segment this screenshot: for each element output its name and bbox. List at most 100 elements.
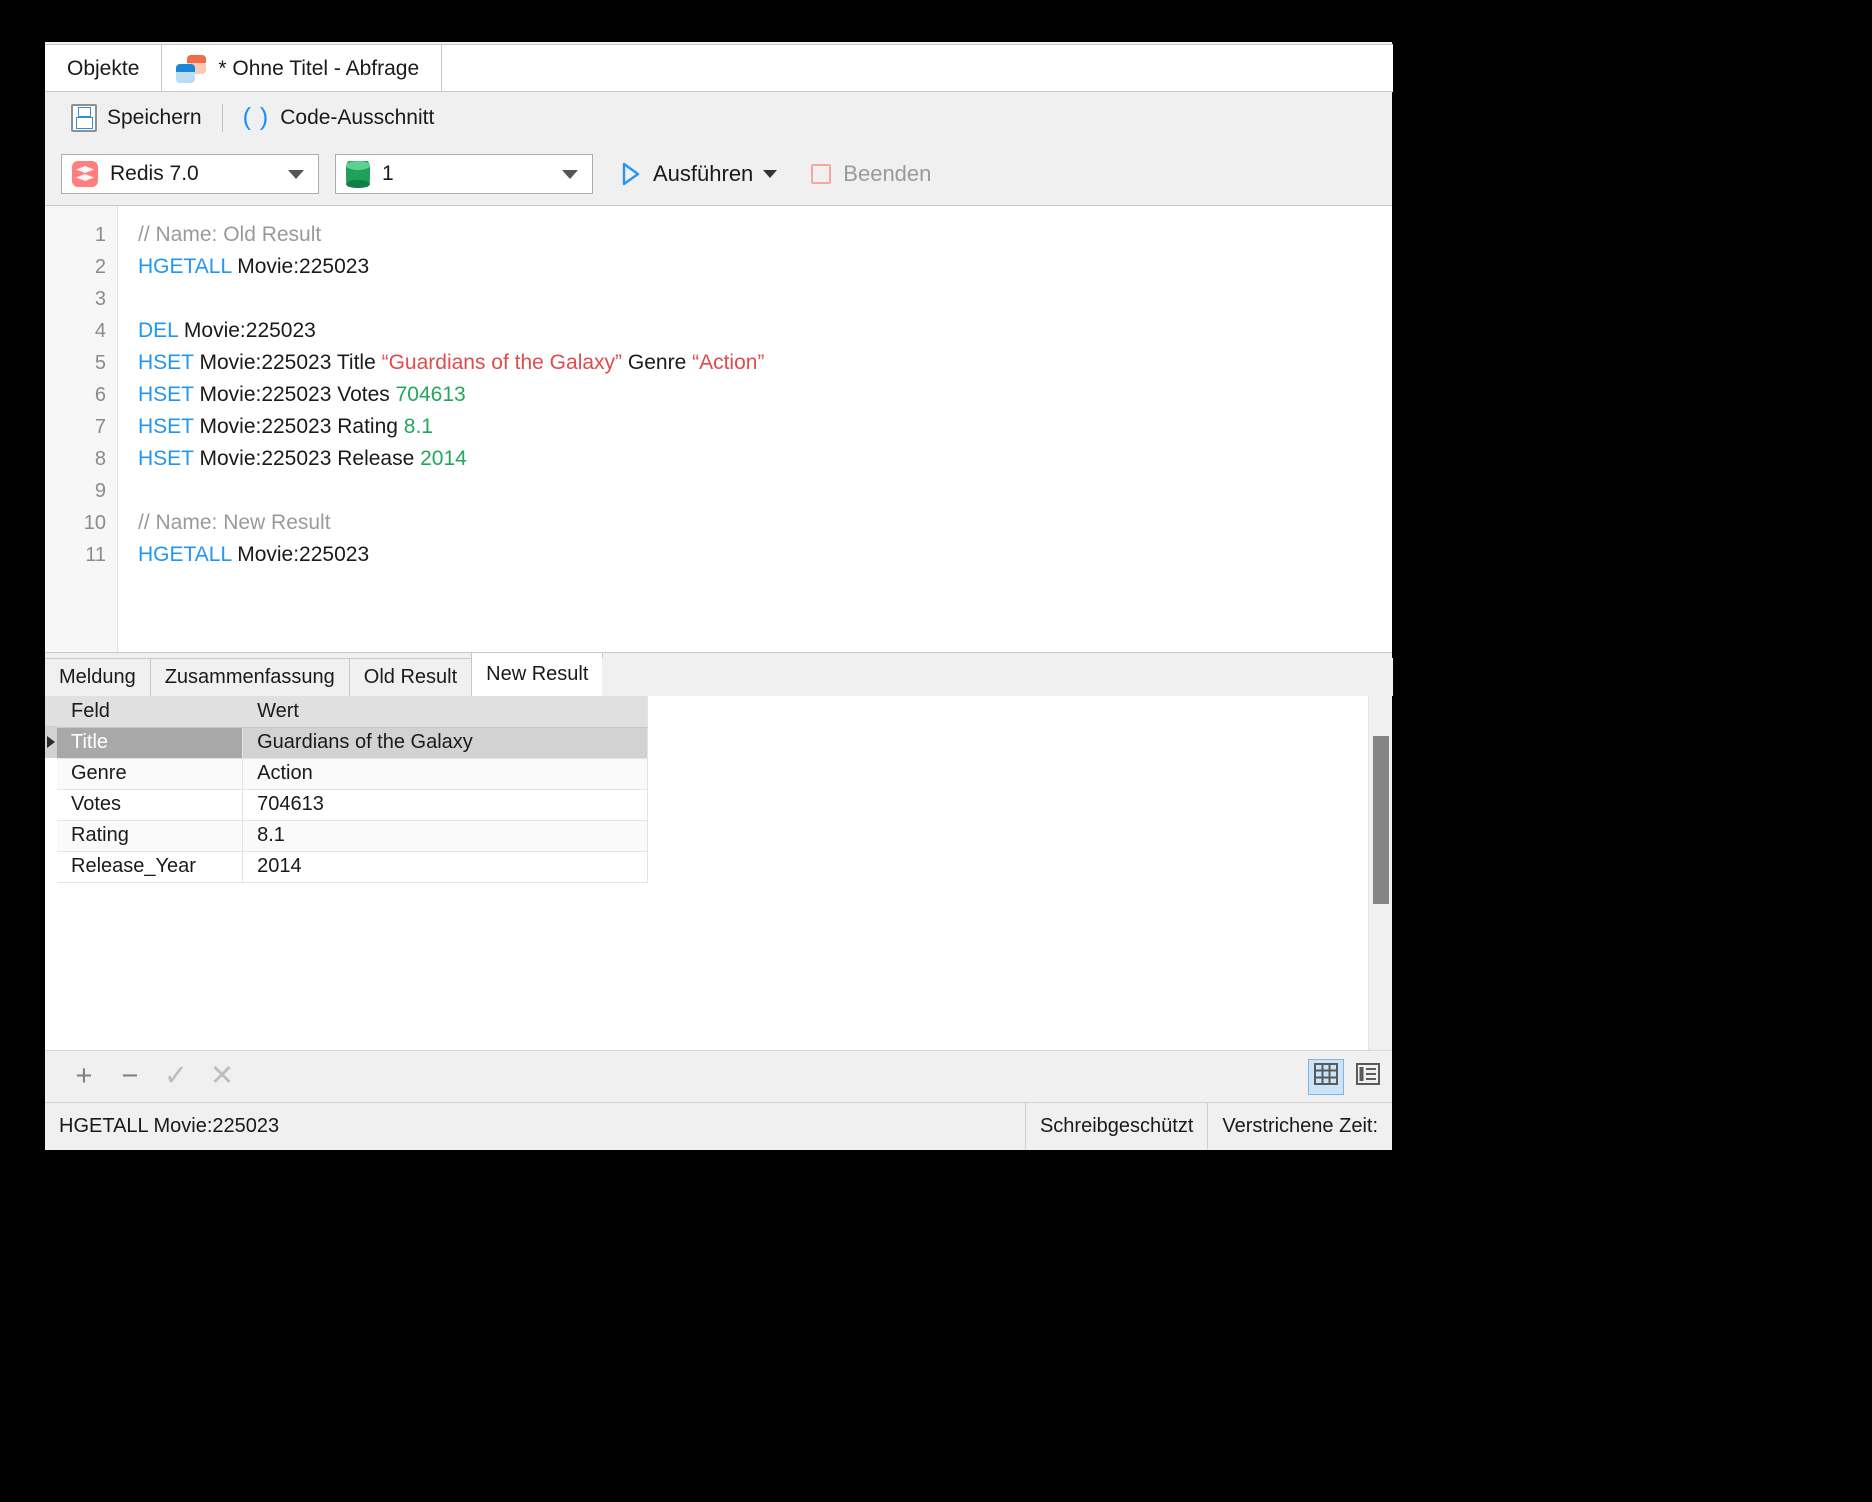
code-token: Movie:225023 Title [193,351,382,374]
table-row[interactable]: Rating 8.1 [57,820,648,852]
tab-query-label: * Ohne Titel - Abfrage [218,56,420,80]
status-query: HGETALL Movie:225023 [59,1115,280,1137]
table-row[interactable]: Title Guardians of the Galaxy [57,727,648,759]
cell-field[interactable]: Votes [57,789,244,821]
line-number: 9 [94,480,106,502]
table-row[interactable]: Votes 704613 [57,789,648,821]
tab-objekte-label: Objekte [67,56,140,80]
code-token: Movie:225023 Votes [193,383,396,406]
plus-icon[interactable]: + [61,1062,107,1091]
result-tab-filler [602,658,1393,696]
database-select[interactable]: 1 [335,154,593,194]
result-tab-meldung[interactable]: Meldung [45,658,151,696]
code-token: “Guardians of the Galaxy” [381,351,623,374]
code-line[interactable]: HSET Movie:225023 Rating 8.1 [138,411,1392,443]
editor-toolbar: Speichern ( ) Code-Ausschnitt [45,91,1392,143]
save-button[interactable]: Speichern [61,98,212,138]
code-line[interactable] [138,475,1392,507]
result-grid-scrollbar[interactable] [1368,696,1392,1050]
row-marker[interactable] [45,758,57,789]
grid-view-toggle[interactable] [1308,1058,1344,1095]
result-tab-label: Meldung [59,666,136,688]
tab-objekte[interactable]: Objekte [45,44,163,92]
code-line[interactable]: HGETALL Movie:225023 [138,539,1392,571]
code-line[interactable]: // Name: Old Result [138,219,1392,251]
table-row[interactable]: Genre Action [57,758,648,790]
column-header-value[interactable]: Wert [242,696,648,728]
code-area[interactable]: // Name: Old Result HGETALL Movie:225023 … [118,206,1392,652]
save-button-label: Speichern [107,105,202,129]
code-token: 8.1 [403,415,433,438]
code-line[interactable]: HSET Movie:225023 Release 2014 [138,443,1392,475]
chevron-down-icon[interactable] [763,170,778,178]
status-elapsed: Verstrichene Zeit: [1222,1115,1378,1137]
sql-editor[interactable]: 1 2 3 4 5 6 7 8 9 10 11 // Name: Old Result HGETALL… [45,205,1392,652]
result-grid[interactable]: Feld Wert Title Guardians of the Galaxy Ge… [57,696,648,883]
result-tab-old-result[interactable]: Old Result [348,658,473,696]
cell-field[interactable]: Title [57,727,244,759]
code-line[interactable]: HSET Movie:225023 Title “Guardians of th… [138,347,1392,379]
connection-select[interactable]: Redis 7.0 [61,154,319,194]
chevron-down-icon [562,169,578,179]
run-toolbar: Redis 7.0 1 Ausführen Beenden [45,143,1392,205]
window-tab-bar: Objekte * Ohne Titel - Abfrage [45,42,1393,92]
result-panel: Feld Wert Title Guardians of the Galaxy Ge… [45,696,1392,1050]
cell-value[interactable]: 8.1 [242,820,648,852]
cell-field[interactable]: Rating [57,820,244,852]
line-number: 7 [94,416,106,438]
code-token: // Name: New Result [138,511,331,534]
tab-query[interactable]: * Ohne Titel - Abfrage [161,44,443,92]
result-tab-zusammenfassung[interactable]: Zusammenfassung [149,658,350,696]
line-number: 1 [94,224,106,246]
row-marker-current[interactable] [45,727,57,758]
code-snippet-label: Code-Ausschnitt [280,105,435,129]
play-triangle-icon [621,162,641,186]
code-token: 2014 [420,447,467,470]
status-readonly: Schreibgeschützt [1039,1115,1194,1137]
code-line[interactable]: HGETALL Movie:225023 [138,251,1392,283]
code-line[interactable]: // Name: New Result [138,507,1392,539]
scrollbar-thumb[interactable] [1373,736,1389,904]
code-token: Movie:225023 Rating [193,415,404,438]
cell-value[interactable]: 704613 [242,789,648,821]
code-line[interactable]: DEL Movie:225023 [138,315,1392,347]
cell-value[interactable]: Action [242,758,648,790]
form-view-toggle[interactable] [1350,1059,1386,1095]
code-line[interactable] [138,283,1392,315]
query-tab-icon [176,54,207,83]
result-tab-new-result[interactable]: New Result [471,652,604,696]
line-number: 3 [94,288,106,310]
run-button-label: Ausführen [653,161,754,186]
cell-field[interactable]: Release_Year [57,851,244,883]
run-button[interactable]: Ausführen [613,154,785,194]
cell-field[interactable]: Genre [57,758,244,790]
code-token: HSET [138,383,194,406]
stop-square-icon [811,164,832,184]
row-marker[interactable] [45,851,57,882]
row-marker[interactable] [45,789,57,820]
code-snippet-button[interactable]: ( ) Code-Ausschnitt [233,98,445,138]
line-number: 6 [94,384,106,406]
code-token: Genre [622,351,693,374]
line-number: 8 [94,448,106,470]
code-token: Movie:225023 [178,319,316,342]
row-marker-header [45,696,57,727]
row-marker[interactable] [45,820,57,851]
column-header-field[interactable]: Feld [57,696,244,728]
cell-value[interactable]: 2014 [242,851,648,883]
line-number: 4 [94,320,106,342]
code-line[interactable]: HSET Movie:225023 Votes 704613 [138,379,1392,411]
code-token: HGETALL [138,255,232,278]
table-row[interactable]: Release_Year 2014 [57,851,648,883]
code-token: HSET [138,415,194,438]
code-token: 704613 [395,383,466,406]
database-select-value: 1 [382,162,394,185]
minus-icon[interactable]: − [107,1062,153,1091]
line-number: 11 [85,544,106,566]
form-view-icon [1356,1063,1380,1090]
stop-button-label: Beenden [843,161,932,186]
toolbar-divider [221,103,223,132]
row-marker-column [45,696,57,882]
result-grid-container[interactable]: Feld Wert Title Guardians of the Galaxy Ge… [45,696,1368,1050]
cell-value[interactable]: Guardians of the Galaxy [242,727,648,759]
